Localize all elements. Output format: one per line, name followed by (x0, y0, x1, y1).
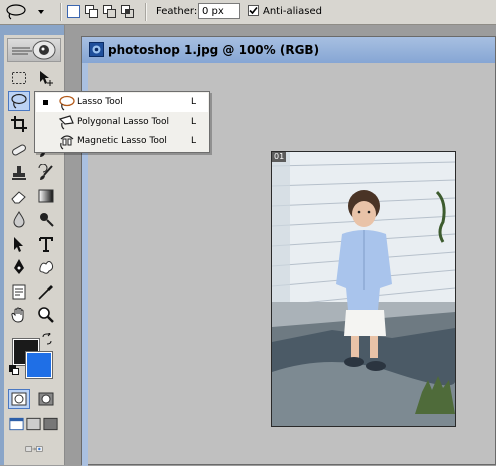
lasso-icon (6, 4, 44, 20)
menu-item-magnetic-lasso-tool[interactable]: Magnetic Lasso Tool L (36, 132, 208, 151)
quick-mask-button[interactable] (35, 389, 57, 409)
screen-mode-icon (26, 417, 41, 431)
intersect-selection-icon[interactable] (121, 5, 134, 18)
hand-tool[interactable] (8, 305, 30, 325)
type-tool[interactable] (35, 234, 57, 254)
feather-label: Feather: (156, 6, 198, 17)
pen-tool[interactable] (8, 257, 30, 277)
crop-tool[interactable] (8, 114, 30, 134)
hand-icon (11, 307, 24, 323)
anti-aliased-label: Anti-aliased (263, 6, 323, 17)
lasso-icon (11, 93, 27, 109)
checkmark-icon (249, 6, 258, 15)
dodge-icon (40, 213, 54, 227)
document-image[interactable]: 01 (271, 151, 456, 427)
history-brush-tool[interactable] (35, 163, 57, 183)
lasso-tool[interactable] (8, 91, 30, 111)
feather-input[interactable] (198, 3, 240, 19)
standard-mode-button[interactable] (8, 389, 30, 409)
path-selection-tool[interactable] (8, 234, 30, 254)
zoom-icon (38, 307, 54, 323)
menu-item-lasso-tool[interactable]: Lasso Tool L (36, 93, 208, 112)
screen-mode-full-menu[interactable] (25, 414, 42, 434)
blur-tool[interactable] (8, 209, 30, 229)
slice-number-badge: 01 (272, 152, 287, 162)
eyedropper-tool[interactable] (35, 282, 57, 302)
screen-mode-icon (43, 417, 58, 431)
stamp-icon (12, 166, 26, 180)
quick-mask-icon (38, 392, 54, 406)
menu-item-polygonal-lasso-tool[interactable]: Polygonal Lasso Tool L (36, 113, 208, 132)
menu-item-shortcut: L (190, 117, 196, 127)
menu-item-label: Lasso Tool (77, 97, 123, 107)
selected-bullet-icon (43, 100, 48, 105)
clone-stamp-tool[interactable] (8, 163, 30, 183)
custom-shape-icon (39, 261, 54, 274)
subtract-from-selection-icon[interactable] (103, 5, 116, 18)
magnetic-lasso-icon (60, 135, 74, 150)
menu-item-shortcut: L (190, 97, 196, 107)
rectangular-marquee-icon (12, 72, 26, 84)
gradient-icon (38, 189, 54, 203)
notes-icon (12, 284, 26, 300)
photo-boy-icon (272, 152, 455, 426)
tool-preset-picker[interactable] (3, 3, 47, 20)
screen-mode-standard[interactable] (8, 414, 25, 434)
options-bar: Feather: Anti-aliased (0, 0, 496, 25)
lasso-icon (59, 95, 75, 111)
marquee-tool[interactable] (8, 68, 30, 88)
background-color-swatch[interactable] (25, 351, 53, 379)
screen-mode-full[interactable] (42, 414, 59, 434)
pen-icon (14, 259, 24, 274)
crop-icon (11, 116, 27, 132)
gradient-tool[interactable] (35, 186, 57, 206)
move-icon (40, 71, 53, 86)
custom-shape-tool[interactable] (35, 257, 57, 277)
polygonal-lasso-icon (58, 115, 74, 130)
lasso-tool-flyout-menu: Lasso Tool L Polygonal Lasso Tool L Magn… (34, 91, 210, 153)
new-selection-icon[interactable] (67, 5, 80, 18)
path-selection-icon (14, 237, 23, 252)
eraser-icon (11, 191, 26, 204)
jump-to-icon (25, 446, 43, 452)
bandage-icon (12, 144, 26, 156)
add-to-selection-icon[interactable] (85, 5, 98, 18)
standard-mode-icon (11, 392, 27, 406)
notes-tool[interactable] (8, 282, 30, 302)
toolbox-title-bar[interactable] (4, 25, 64, 35)
photoshop-doc-icon (89, 42, 104, 57)
default-colors-icon[interactable] (9, 365, 19, 375)
screen-mode-icon (9, 417, 24, 431)
eyedropper-icon (38, 285, 53, 300)
photoshop-logo[interactable] (7, 38, 61, 62)
type-icon (39, 237, 53, 252)
document-title: photoshop 1.jpg @ 100% (RGB) (108, 43, 320, 57)
dodge-tool[interactable] (35, 209, 57, 229)
swap-colors-icon[interactable] (41, 331, 53, 345)
menu-item-label: Polygonal Lasso Tool (77, 117, 169, 127)
menu-item-shortcut: L (190, 136, 196, 146)
jump-to-imageready-button[interactable] (12, 439, 56, 459)
move-tool[interactable] (35, 68, 57, 88)
eye-logo-icon (12, 40, 56, 60)
drop-icon (13, 211, 25, 228)
anti-aliased-checkbox[interactable] (248, 5, 259, 16)
document-title-bar[interactable]: photoshop 1.jpg @ 100% (RGB) (82, 37, 495, 64)
eraser-tool[interactable] (8, 186, 30, 206)
history-brush-icon (38, 164, 53, 180)
menu-item-label: Magnetic Lasso Tool (77, 136, 167, 146)
zoom-tool[interactable] (35, 305, 57, 325)
healing-brush-tool[interactable] (8, 140, 30, 160)
